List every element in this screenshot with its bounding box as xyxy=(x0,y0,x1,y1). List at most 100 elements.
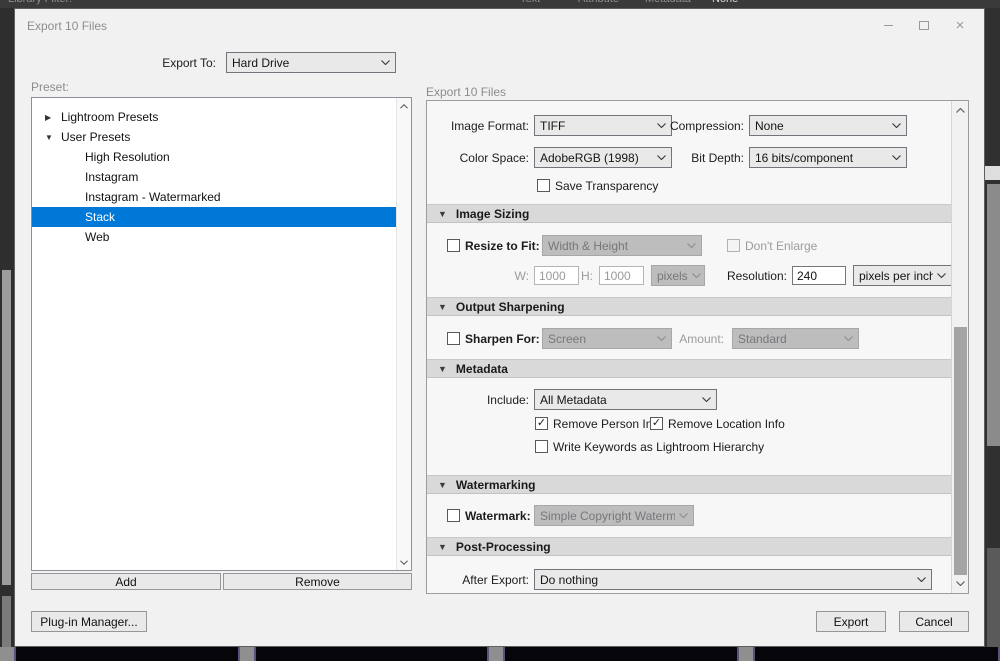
plugin-manager-button[interactable]: Plug-in Manager... xyxy=(31,611,147,632)
section-header-metadata[interactable]: ▼ Metadata xyxy=(427,359,952,378)
close-icon: × xyxy=(955,16,965,34)
amount-label: Amount: xyxy=(679,332,724,346)
sharpen-for-label: Sharpen For: xyxy=(465,332,540,346)
resolution-units-select[interactable]: pixels per inch xyxy=(853,265,952,286)
resize-mode-select: Width & Height xyxy=(542,235,702,256)
maximize-icon xyxy=(919,20,929,30)
remove-location-info-checkbox[interactable]: ✓ xyxy=(650,417,663,430)
preset-item-instagram-watermarked[interactable]: Instagram - Watermarked xyxy=(32,187,396,207)
remove-preset-button[interactable]: Remove xyxy=(223,573,412,590)
remove-person-info-checkbox[interactable]: ✓ xyxy=(535,417,548,430)
height-label: H: xyxy=(581,269,593,283)
preset-label: Preset: xyxy=(31,80,70,94)
add-preset-button[interactable]: Add xyxy=(31,573,221,590)
dont-enlarge-checkbox xyxy=(727,239,740,252)
section-header-output-sharpening[interactable]: ▼ Output Sharpening xyxy=(427,297,952,316)
section-expanded-icon: ▼ xyxy=(438,301,447,312)
preset-tree: ▶ Lightroom Presets ▼ User Presets High … xyxy=(32,98,396,247)
export-to-select[interactable]: Hard Drive xyxy=(226,52,396,73)
cancel-button[interactable]: Cancel xyxy=(899,611,969,632)
close-button[interactable]: × xyxy=(942,15,978,35)
remove-location-info-label: Remove Location Info xyxy=(668,417,785,431)
color-space-label: Color Space: xyxy=(459,151,529,165)
preset-list-scrollbar[interactable] xyxy=(396,98,411,570)
filmstrip-thumbnail xyxy=(753,647,1000,661)
settings-panel: Image Format: TIFF Compression: None Col… xyxy=(426,100,969,594)
include-label: Include: xyxy=(486,393,529,407)
sharpen-target-select: Screen xyxy=(542,328,672,349)
compression-label: Compression: xyxy=(669,119,744,133)
export-to-value: Hard Drive xyxy=(232,55,290,70)
section-expanded-icon: ▼ xyxy=(438,479,447,490)
resize-to-fit-label: Resize to Fit: xyxy=(465,239,540,253)
chevron-down-icon xyxy=(917,577,926,582)
resize-to-fit-checkbox[interactable] xyxy=(447,239,460,252)
filmstrip-thumbnail xyxy=(14,647,240,661)
write-keywords-checkbox[interactable] xyxy=(535,440,548,453)
watermark-type-select: Simple Copyright Watermark xyxy=(534,505,694,526)
bit-depth-label: Bit Depth: xyxy=(691,151,744,165)
preset-item-instagram[interactable]: Instagram xyxy=(32,167,396,187)
settings-panel-header: Export 10 Files xyxy=(426,85,507,99)
background-panel-edge xyxy=(987,548,1000,648)
include-select[interactable]: All Metadata xyxy=(534,389,717,410)
export-to-label: Export To: xyxy=(162,56,216,70)
after-export-label: After Export: xyxy=(462,573,529,587)
filmstrip xyxy=(0,647,1000,661)
sharpen-for-checkbox[interactable] xyxy=(447,332,460,345)
image-format-label: Image Format: xyxy=(450,119,529,133)
resolution-label: Resolution: xyxy=(726,269,787,283)
screen: Library Filter: Text Attribute Metadata … xyxy=(0,0,1000,661)
after-export-select[interactable]: Do nothing xyxy=(534,569,932,590)
filmstrip-thumbnail xyxy=(254,647,489,661)
export-dialog: Export 10 Files × Export To: Hard Drive … xyxy=(14,8,985,647)
section-expanded-icon: ▼ xyxy=(438,208,447,219)
watermark-checkbox[interactable] xyxy=(447,509,460,522)
minimize-button[interactable] xyxy=(870,15,906,35)
maximize-button[interactable] xyxy=(906,15,942,35)
background-scrollbar xyxy=(987,184,1000,446)
expanded-arrow-icon[interactable]: ▼ xyxy=(45,133,53,142)
preset-group-lightroom-presets[interactable]: ▶ Lightroom Presets xyxy=(32,107,396,127)
background-panel-edge xyxy=(985,166,1000,180)
filter-option-metadata: Metadata xyxy=(645,0,691,5)
preset-item-web[interactable]: Web xyxy=(32,227,396,247)
chevron-down-icon xyxy=(702,397,711,402)
scroll-up-icon[interactable] xyxy=(397,99,411,113)
dont-enlarge-label: Don't Enlarge xyxy=(745,239,818,253)
watermark-label: Watermark: xyxy=(465,509,531,523)
scroll-up-icon[interactable] xyxy=(953,103,968,118)
check-icon: ✓ xyxy=(651,417,662,429)
background-scrollbar xyxy=(2,596,11,653)
section-header-image-sizing[interactable]: ▼ Image Sizing xyxy=(427,204,952,223)
collapsed-arrow-icon[interactable]: ▶ xyxy=(45,113,51,122)
check-icon: ✓ xyxy=(536,417,547,429)
preset-list: ▶ Lightroom Presets ▼ User Presets High … xyxy=(31,97,412,571)
scroll-down-icon[interactable] xyxy=(953,576,968,591)
resolution-input[interactable] xyxy=(792,266,846,285)
library-filter-label: Library Filter: xyxy=(8,0,72,5)
preset-group-user-presets[interactable]: ▼ User Presets xyxy=(32,127,396,147)
bit-depth-select[interactable]: 16 bits/component xyxy=(749,147,907,168)
minimize-icon xyxy=(883,24,893,26)
preset-item-high-resolution[interactable]: High Resolution xyxy=(32,147,396,167)
export-button[interactable]: Export xyxy=(816,611,886,632)
chevron-down-icon xyxy=(892,155,901,160)
preset-item-stack-selected[interactable]: Stack xyxy=(32,207,396,227)
background-right-panel xyxy=(985,8,1000,661)
chevron-down-icon xyxy=(679,513,688,518)
chevron-down-icon xyxy=(687,243,696,248)
settings-scrollbar[interactable] xyxy=(951,101,968,593)
chevron-down-icon xyxy=(937,273,946,278)
section-header-watermarking[interactable]: ▼ Watermarking xyxy=(427,475,952,494)
window-controls: × xyxy=(870,15,978,35)
height-input xyxy=(599,266,644,285)
scrollbar-thumb[interactable] xyxy=(954,327,967,575)
filter-option-attribute: Attribute xyxy=(578,0,619,5)
background-scrollbar xyxy=(2,270,11,585)
filter-option-none: None xyxy=(712,0,738,5)
compression-select[interactable]: None xyxy=(749,115,907,136)
section-header-post-processing[interactable]: ▼ Post-Processing xyxy=(427,537,952,556)
save-transparency-checkbox[interactable] xyxy=(537,179,550,192)
scroll-down-icon[interactable] xyxy=(397,555,411,569)
